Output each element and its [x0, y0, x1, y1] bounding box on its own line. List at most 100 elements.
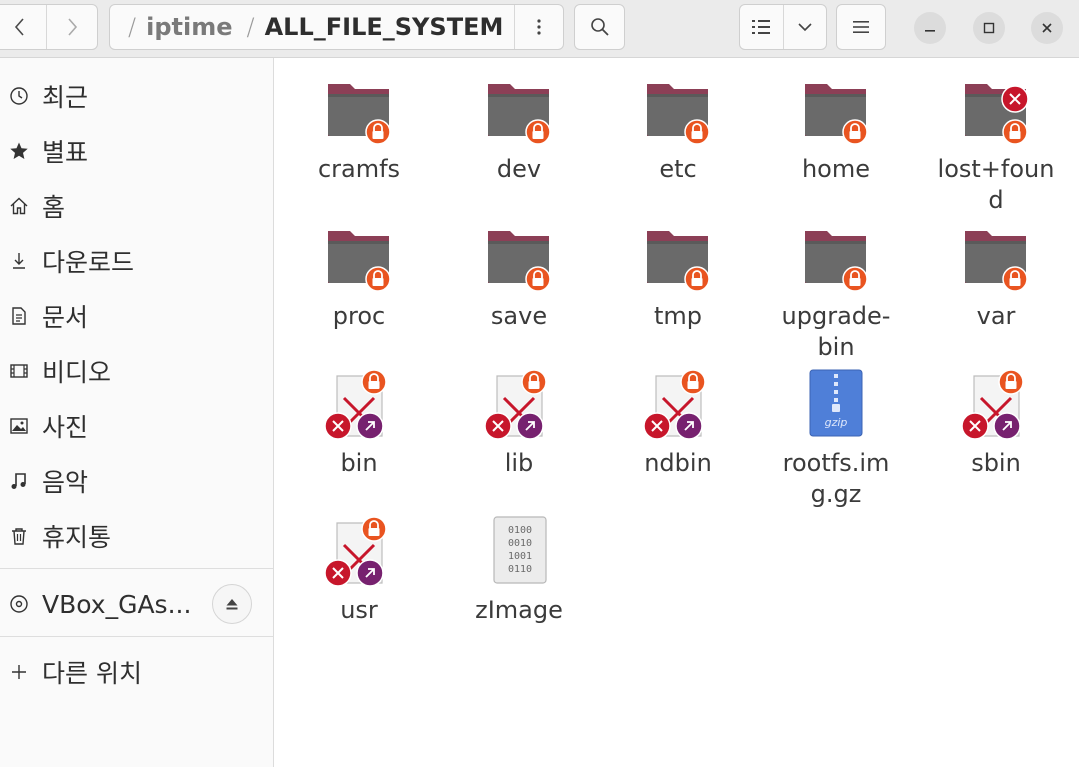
archive-icon: gzip — [799, 368, 873, 442]
breadcrumb-current[interactable]: ALL_FILE_SYSTEM — [265, 13, 504, 41]
symlink-badge-icon — [356, 412, 384, 440]
file-item[interactable]: gzip rootfs.img.gz — [756, 368, 916, 510]
trash-icon — [12, 528, 26, 545]
file-item[interactable]: upgrade-bin — [756, 221, 916, 363]
symlink-badge-icon — [356, 559, 384, 587]
sidebar-item-music[interactable]: 음악 — [0, 456, 273, 506]
search-button[interactable] — [574, 4, 625, 50]
file-name: cramfs — [317, 155, 401, 183]
broken-link-icon — [641, 368, 715, 442]
back-button[interactable] — [0, 5, 46, 49]
hamburger-icon — [853, 21, 869, 33]
file-name: dev — [496, 155, 542, 183]
path-separator: / — [246, 13, 255, 41]
error-badge-icon — [484, 412, 512, 440]
breadcrumb-iptime[interactable]: iptime — [146, 13, 232, 41]
home-icon — [10, 197, 28, 215]
error-badge-icon — [961, 412, 989, 440]
file-name: ndbin — [644, 449, 712, 477]
minimize-icon — [925, 30, 935, 32]
lock-badge-icon — [842, 266, 868, 292]
file-item[interactable]: etc — [598, 74, 758, 185]
lock-badge-icon — [998, 369, 1024, 395]
image-icon — [10, 418, 28, 434]
folder-denied-icon — [959, 74, 1033, 148]
folder-locked-icon — [641, 221, 715, 295]
file-item[interactable]: bin — [279, 368, 439, 479]
sidebar-item-device[interactable]: VBox_GAs... — [0, 579, 210, 629]
error-badge-icon — [324, 559, 352, 587]
file-item[interactable]: sbin — [916, 368, 1076, 479]
file-item[interactable]: ndbin — [598, 368, 758, 479]
eject-button[interactable] — [212, 584, 252, 624]
sidebar-item-label: 휴지통 — [42, 523, 112, 552]
lock-badge-icon — [842, 119, 868, 145]
svg-text:gzip: gzip — [825, 416, 848, 429]
file-item[interactable]: proc — [279, 221, 439, 332]
search-icon — [590, 18, 609, 36]
path-bar: / iptime / ALL_FILE_SYSTEM — [109, 4, 564, 50]
sidebar-item-label: 별표 — [42, 138, 89, 167]
music-icon — [11, 473, 26, 489]
sidebar: 최근 별표 홈 다운로드 문서 비디오 사진 음악 휴지통 VBox_GAs..… — [0, 58, 274, 767]
sidebar-item-label: 다른 위치 — [42, 659, 142, 688]
error-badge-icon — [324, 412, 352, 440]
sidebar-item-other-locations[interactable]: 다른 위치 — [0, 647, 273, 697]
sidebar-item-label: 음악 — [42, 468, 89, 497]
sidebar-item-recent[interactable]: 최근 — [0, 71, 273, 121]
file-name: save — [490, 302, 548, 330]
file-name: etc — [659, 155, 697, 183]
file-item[interactable]: lib — [439, 368, 599, 479]
file-item[interactable]: home — [756, 74, 916, 185]
file-name: lost+found — [937, 155, 1055, 214]
file-item[interactable]: tmp — [598, 221, 758, 332]
file-name: home — [801, 155, 871, 183]
video-icon — [10, 364, 28, 378]
error-badge-icon — [1001, 85, 1029, 113]
file-item[interactable]: save — [439, 221, 599, 332]
file-item[interactable]: usr — [279, 515, 439, 626]
lock-badge-icon — [521, 369, 547, 395]
folder-locked-icon — [482, 221, 556, 295]
lock-badge-icon — [361, 369, 387, 395]
path-menu-button[interactable] — [514, 5, 563, 49]
file-name: rootfs.img.gz — [782, 449, 890, 508]
sidebar-item-downloads[interactable]: 다운로드 — [0, 236, 273, 286]
error-badge-icon — [643, 412, 671, 440]
chevron-left-icon — [15, 18, 24, 36]
broken-link-icon — [482, 368, 556, 442]
folder-locked-icon — [482, 74, 556, 148]
maximize-button[interactable] — [973, 12, 1005, 44]
file-item[interactable]: 0100 0010 1001 0110 zImage — [439, 515, 599, 626]
sidebar-item-label: VBox_GAs... — [42, 589, 192, 619]
file-name: bin — [340, 449, 378, 477]
sidebar-item-starred[interactable]: 별표 — [0, 126, 273, 176]
header-bar: / iptime / ALL_FILE_SYSTEM — [0, 0, 1079, 58]
close-button[interactable] — [1031, 12, 1063, 44]
main-menu-button[interactable] — [836, 4, 886, 50]
minimize-button[interactable] — [914, 12, 946, 44]
sidebar-item-documents[interactable]: 문서 — [0, 291, 273, 341]
sidebar-item-trash[interactable]: 휴지통 — [0, 511, 273, 561]
file-item[interactable]: var — [916, 221, 1076, 332]
lock-badge-icon — [1002, 119, 1028, 145]
list-view-icon — [752, 20, 771, 34]
file-grid: cramfs dev etc home lost+found proc save… — [274, 58, 1079, 767]
view-options-button[interactable] — [782, 5, 827, 49]
sidebar-item-label: 비디오 — [42, 358, 112, 387]
lock-badge-icon — [361, 516, 387, 542]
forward-button[interactable] — [45, 5, 98, 49]
file-item[interactable]: dev — [439, 74, 599, 185]
folder-locked-icon — [641, 74, 715, 148]
broken-link-icon — [959, 368, 1033, 442]
folder-locked-icon — [799, 74, 873, 148]
file-name: proc — [332, 302, 386, 330]
sidebar-item-home[interactable]: 홈 — [0, 181, 273, 231]
sidebar-item-label: 다운로드 — [42, 248, 135, 277]
sidebar-item-videos[interactable]: 비디오 — [0, 346, 273, 396]
file-item[interactable]: cramfs — [279, 74, 439, 185]
sidebar-item-pictures[interactable]: 사진 — [0, 401, 273, 451]
list-view-button[interactable] — [740, 5, 783, 49]
sidebar-divider — [0, 568, 273, 569]
file-item[interactable]: lost+found — [916, 74, 1076, 216]
